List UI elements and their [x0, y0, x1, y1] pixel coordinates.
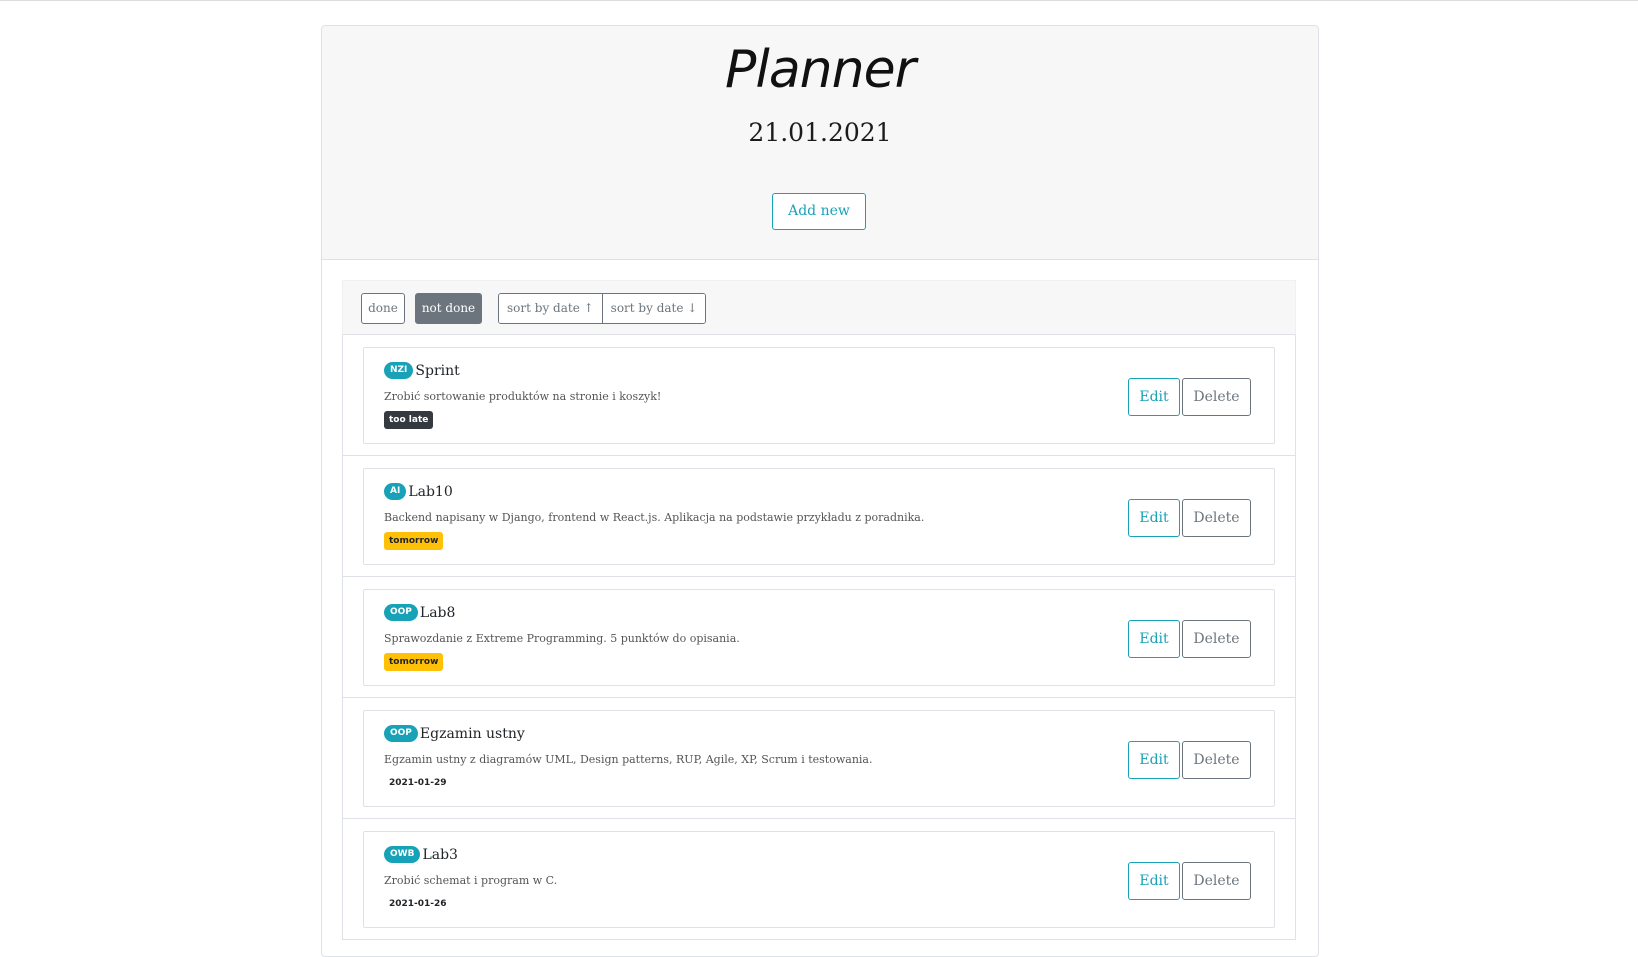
due-badge: tomorrow: [384, 653, 444, 671]
task-card: AI Lab10 Backend napisany w Django, fron…: [363, 468, 1275, 565]
due-badge: 2021-01-29: [389, 778, 447, 788]
task-card: OOP Lab8 Sprawozdanie z Extreme Programm…: [363, 589, 1275, 686]
filter-bar: done not done sort by date ↑ sort by dat…: [342, 280, 1296, 335]
task-card: OOP Egzamin ustny Egzamin ustny z diagra…: [363, 710, 1275, 807]
edit-button[interactable]: Edit: [1128, 862, 1180, 900]
task-title: Egzamin ustny: [419, 725, 525, 742]
delete-button[interactable]: Delete: [1182, 378, 1251, 416]
task-title-row: NZI Sprint: [384, 362, 460, 379]
task-panel: done not done sort by date ↑ sort by dat…: [342, 280, 1296, 956]
task-title-row: OOP Lab8: [384, 604, 455, 621]
sort-date-desc-button[interactable]: sort by date ↓: [601, 294, 706, 323]
task-description: Sprawozdanie z Extreme Programming. 5 pu…: [384, 632, 740, 645]
filter-done-button[interactable]: done: [361, 293, 405, 324]
task-title-row: AI Lab10: [384, 483, 453, 500]
task-description: Zrobić schemat i program w C.: [384, 874, 558, 887]
task-title: Lab3: [422, 846, 458, 863]
current-date: 21.01.2021: [748, 118, 892, 147]
edit-button[interactable]: Edit: [1128, 741, 1180, 779]
filter-not-done-button[interactable]: not done: [415, 293, 482, 324]
list-item: OOP Egzamin ustny Egzamin ustny z diagra…: [343, 698, 1295, 819]
task-card: NZI Sprint Zrobić sortowanie produktów n…: [363, 347, 1275, 444]
due-badge: tomorrow: [384, 532, 444, 550]
top-divider: [0, 0, 1638, 1]
due-badge: too late: [384, 411, 434, 429]
subject-badge: OWB: [384, 846, 421, 863]
due-badge: 2021-01-26: [389, 899, 447, 909]
add-new-button[interactable]: Add new: [772, 193, 866, 230]
planner-card: Planner 21.01.2021 Add new done not done…: [321, 25, 1319, 957]
task-description: Backend napisany w Django, frontend w Re…: [384, 511, 925, 524]
list-item: NZI Sprint Zrobić sortowanie produktów n…: [343, 335, 1295, 456]
task-list: NZI Sprint Zrobić sortowanie produktów n…: [342, 335, 1296, 940]
task-title: Lab8: [419, 604, 456, 621]
edit-button[interactable]: Edit: [1128, 378, 1180, 416]
task-title-row: OOP Egzamin ustny: [384, 725, 525, 742]
delete-button[interactable]: Delete: [1182, 499, 1251, 537]
task-description: Egzamin ustny z diagramów UML, Design pa…: [384, 753, 873, 766]
list-item: AI Lab10 Backend napisany w Django, fron…: [343, 456, 1295, 577]
task-card: OWB Lab3 Zrobić schemat i program w C. 2…: [363, 831, 1275, 928]
sort-button-group: sort by date ↑ sort by date ↓: [498, 293, 707, 324]
edit-button[interactable]: Edit: [1128, 620, 1180, 658]
app-title: Planner: [725, 40, 916, 100]
task-description: Zrobić sortowanie produktów na stronie i…: [384, 390, 662, 403]
list-item: OWB Lab3 Zrobić schemat i program w C. 2…: [343, 819, 1295, 940]
list-item: OOP Lab8 Sprawozdanie z Extreme Programm…: [343, 577, 1295, 698]
delete-button[interactable]: Delete: [1182, 620, 1251, 658]
planner-header: Planner 21.01.2021 Add new: [322, 26, 1318, 260]
delete-button[interactable]: Delete: [1182, 862, 1251, 900]
sort-date-asc-button[interactable]: sort by date ↑: [499, 294, 602, 323]
subject-badge: NZI: [384, 362, 414, 379]
subject-badge: AI: [384, 483, 407, 500]
delete-button[interactable]: Delete: [1182, 741, 1251, 779]
task-title: Lab10: [408, 483, 453, 500]
task-title: Sprint: [415, 362, 460, 379]
task-title-row: OWB Lab3: [384, 846, 458, 863]
subject-badge: OOP: [384, 604, 418, 621]
edit-button[interactable]: Edit: [1128, 499, 1180, 537]
subject-badge: OOP: [384, 725, 418, 742]
